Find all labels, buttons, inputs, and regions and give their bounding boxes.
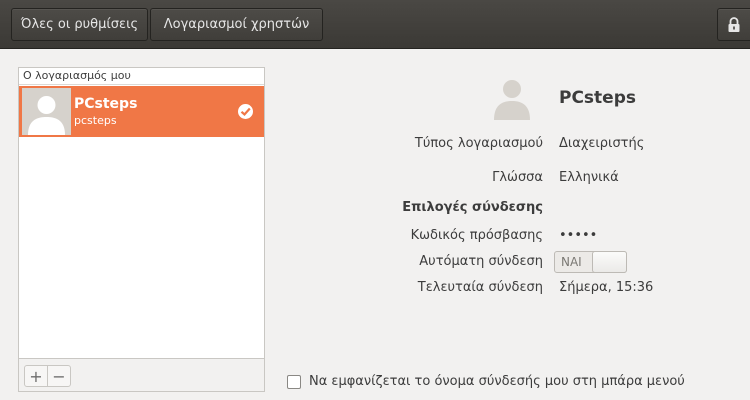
detail-user-name[interactable]: PCsteps — [559, 88, 636, 108]
password-label: Κωδικός πρόσβασης — [410, 228, 543, 243]
language-label: Γλώσσα — [492, 170, 543, 185]
user-list-item[interactable]: PCsteps pcsteps — [19, 86, 264, 137]
auto-login-switch-text: ΝΑΙ — [561, 255, 582, 269]
lock-icon — [728, 16, 740, 32]
add-icon: + — [29, 366, 43, 386]
user-list-section-title: Ο λογαριασμός μου — [19, 68, 264, 85]
checkmark-icon — [238, 104, 253, 119]
user-list-item-login: pcsteps — [74, 114, 117, 127]
header-bar: Όλες οι ρυθμίσεις Λογαριασμοί χρηστών — [0, 0, 750, 49]
show-login-name-checkbox[interactable] — [287, 375, 301, 389]
auto-login-switch-knob — [592, 251, 627, 273]
remove-icon: − — [52, 366, 66, 386]
account-type-label: Τύπος λογαριασμού — [414, 136, 543, 151]
all-settings-button[interactable]: Όλες οι ρυθμίσεις — [11, 8, 148, 41]
all-settings-label: Όλες οι ρυθμίσεις — [20, 17, 139, 32]
user-accounts-button[interactable]: Λογαριασμοί χρηστών — [150, 8, 323, 41]
last-login-label: Τελευταία σύνδεση — [417, 280, 543, 295]
language-value[interactable]: Ελληνικά — [559, 170, 619, 185]
auto-login-switch[interactable]: ΝΑΙ — [554, 251, 627, 273]
login-options-heading: Επιλογές σύνδεσης — [402, 200, 543, 215]
user-list: Ο λογαριασμός μου PCsteps pcsteps — [18, 67, 265, 359]
unlock-button[interactable] — [717, 8, 750, 41]
user-list-toolbar: + − — [18, 359, 265, 392]
add-user-button[interactable]: + — [24, 365, 48, 387]
user-accounts-label: Λογαριασμοί χρηστών — [163, 17, 310, 32]
user-avatar-icon — [22, 88, 71, 135]
detail-avatar-icon[interactable] — [491, 76, 533, 120]
auto-login-label: Αυτόματη σύνδεση — [419, 254, 543, 269]
password-value[interactable]: ••••• — [559, 228, 597, 243]
account-type-value[interactable]: Διαχειριστής — [559, 136, 644, 151]
remove-user-button[interactable]: − — [47, 365, 71, 387]
last-login-value[interactable]: Σήμερα, 15:36 — [559, 280, 653, 295]
user-list-item-name: PCsteps — [74, 96, 138, 112]
show-login-name-label[interactable]: Να εμφανίζεται το όνομα σύνδεσής μου στη… — [309, 374, 685, 389]
